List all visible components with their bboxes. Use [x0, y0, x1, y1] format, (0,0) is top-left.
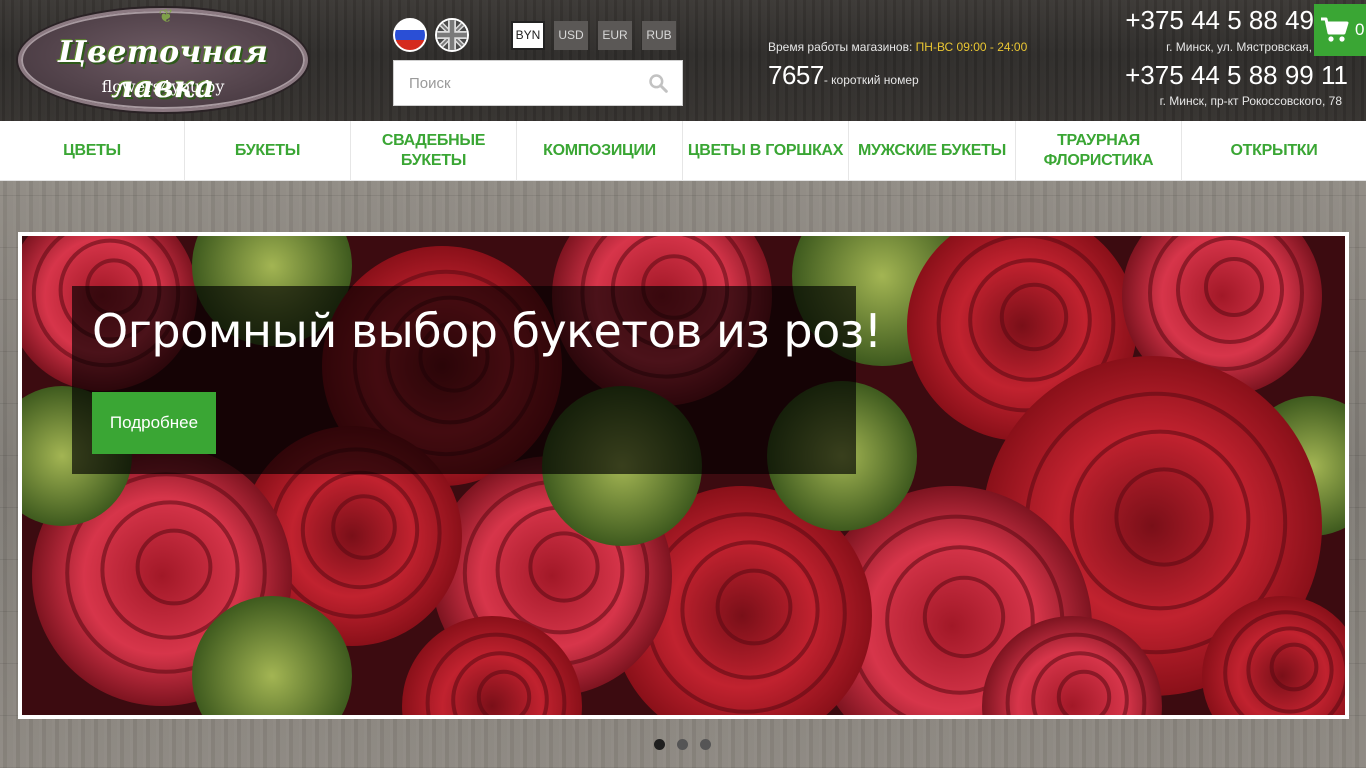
site-logo[interactable]: ❦ Цветочная лавка flowers4you.by: [18, 6, 308, 112]
nav-item-8[interactable]: ОТКРЫТКИ: [1182, 121, 1366, 181]
store-hours-value: ПН-ВС 09:00 - 24:00: [915, 40, 1028, 54]
search-icon[interactable]: [648, 73, 668, 93]
slider-dot-3[interactable]: [700, 739, 711, 750]
currency-rub-button[interactable]: RUB: [642, 21, 676, 50]
currency-usd-button[interactable]: USD: [554, 21, 588, 50]
uk-flag-graphic: [437, 20, 467, 50]
ru-flag-icon[interactable]: [393, 18, 427, 52]
slider-dot-1[interactable]: [654, 739, 665, 750]
address-2: г. Минск, пр-кт Рокоссовского, 78: [1159, 94, 1342, 108]
logo-subtitle: flowers4you.by: [101, 77, 225, 96]
nav-item-3[interactable]: СВАДЕБНЫЕ БУКЕТЫ: [351, 121, 517, 181]
currency-byn-button[interactable]: BYN: [511, 21, 545, 50]
cart-count: 0: [1355, 20, 1365, 39]
store-hours-label: Время работы магазинов:: [768, 40, 913, 54]
currency-eur-button[interactable]: EUR: [598, 21, 632, 50]
nav-item-5[interactable]: ЦВЕТЫ В ГОРШКАХ: [683, 121, 849, 181]
nav-item-7[interactable]: ТРАУРНАЯ ФЛОРИСТИКА: [1016, 121, 1182, 181]
phone-2[interactable]: +375 44 5 88 99 11: [1125, 60, 1348, 91]
search-input[interactable]: [394, 61, 644, 105]
nav-item-2[interactable]: БУКЕТЫ: [185, 121, 351, 181]
logo-ornament-icon: ❦: [158, 6, 174, 26]
nav-item-6[interactable]: МУЖСКИЕ БУКЕТЫ: [849, 121, 1016, 181]
store-hours: Время работы магазинов: ПН-ВС 09:00 - 24…: [768, 40, 1027, 54]
slide-title: Огромный выбор букетов из роз!: [92, 304, 882, 358]
nav-item-1[interactable]: ЦВЕТЫ: [0, 121, 185, 181]
nav-item-4[interactable]: КОМПОЗИЦИИ: [517, 121, 683, 181]
phone-1[interactable]: +375 44 5 88 49: [1125, 5, 1314, 36]
slider-dots: [654, 739, 711, 750]
slide-caption: Огромный выбор букетов из роз! Подробнее: [72, 286, 882, 474]
hero-slide[interactable]: Огромный выбор букетов из роз! Подробнее: [18, 232, 1349, 719]
main-nav: ЦВЕТЫ БУКЕТЫ СВАДЕБНЫЕ БУКЕТЫ КОМПОЗИЦИИ ЦВЕ…: [0, 121, 1366, 181]
slider-dot-2[interactable]: [677, 739, 688, 750]
more-button[interactable]: Подробнее: [92, 392, 216, 454]
site-header: ❦ Цветочная лавка flowers4you.by BYN USD E…: [0, 0, 1366, 121]
uk-flag-icon[interactable]: [435, 18, 469, 52]
short-number-label: - короткий номер: [823, 73, 919, 87]
cart-button[interactable]: 0: [1314, 4, 1366, 56]
main-section: Огромный выбор букетов из роз! Подробнее: [0, 181, 1366, 768]
short-number: 7657- короткий номер: [768, 60, 919, 91]
address-1: г. Минск, ул. Мястровская,: [1166, 40, 1312, 54]
cart-icon: [1321, 17, 1349, 42]
search-box: [393, 60, 683, 106]
short-number-value[interactable]: 7657: [768, 60, 824, 90]
